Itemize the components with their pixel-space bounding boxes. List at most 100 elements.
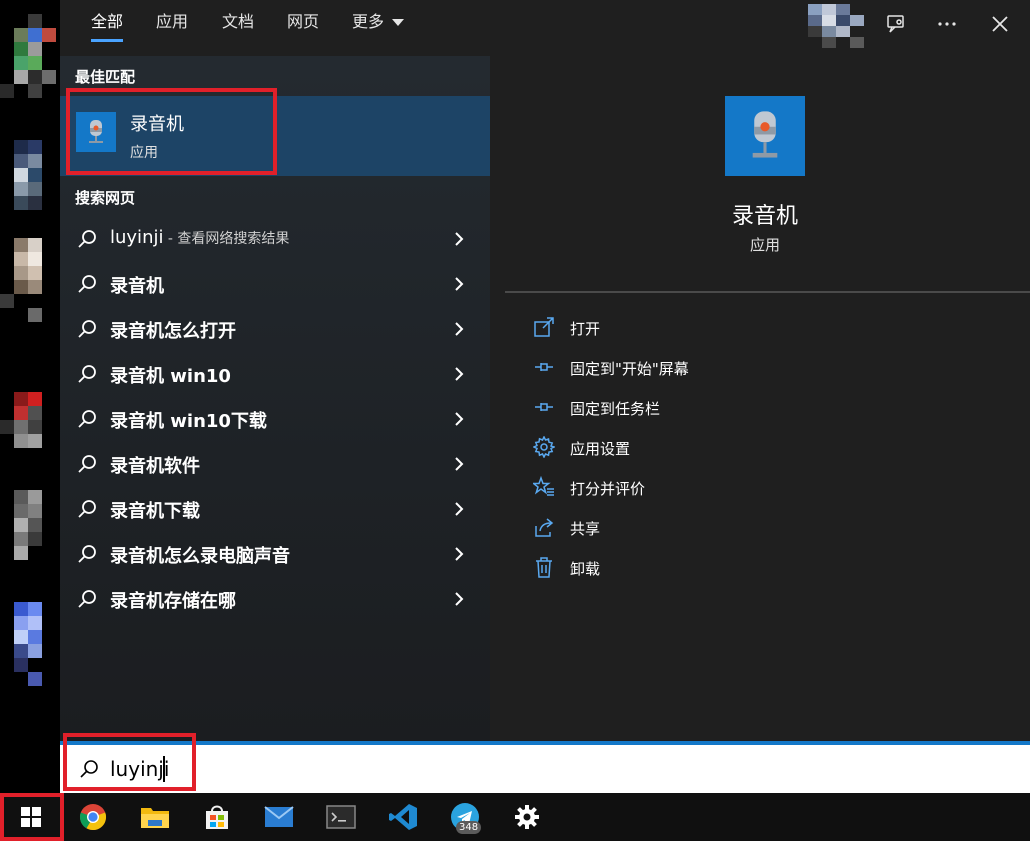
annotation-highlight-box: [66, 88, 277, 175]
chevron-down-icon: [392, 19, 405, 26]
desktop-pixel: [14, 392, 28, 406]
search-icon: [76, 408, 98, 430]
search-input[interactable]: [110, 751, 990, 787]
desktop-pixel: [28, 238, 42, 252]
web-result-row[interactable]: 录音机软件: [60, 443, 490, 487]
desktop-pixel: [14, 238, 28, 252]
desktop-pixel: [28, 392, 42, 406]
desktop-pixel: [28, 308, 42, 322]
desktop-pixel: [42, 28, 56, 42]
web-result-row[interactable]: 录音机 win10: [60, 353, 490, 397]
preview-action[interactable]: 卸载: [533, 554, 833, 584]
web-result-text: 录音机软件: [110, 452, 200, 478]
chevron-right-icon[interactable]: [452, 500, 466, 518]
taskbar-settings[interactable]: [496, 793, 558, 841]
preview-pane: 录音机 应用 打开 固定到"开始"屏幕 固定到任务栏 应用设置 打分并评价 共享 卸载: [505, 56, 1030, 742]
vscode-icon: [389, 804, 417, 830]
preview-action[interactable]: 固定到任务栏: [533, 394, 833, 424]
search-icon: [76, 363, 98, 385]
preview-action-label: 打开: [570, 320, 601, 338]
desktop-pixel: [14, 154, 28, 168]
search-icon: [76, 273, 98, 295]
preview-action[interactable]: 固定到"开始"屏幕: [533, 354, 833, 384]
web-result-query: 录音机怎么打开: [110, 321, 236, 342]
desktop-pixel: [28, 602, 42, 616]
desktop-pixel: [14, 602, 28, 616]
desktop-pixel: [14, 182, 28, 196]
taskbar: 348: [0, 793, 1030, 841]
chevron-right-icon[interactable]: [452, 545, 466, 563]
web-result-row[interactable]: 录音机: [60, 263, 490, 307]
more-options-icon[interactable]: [933, 10, 961, 38]
chevron-right-icon[interactable]: [452, 365, 466, 383]
web-result-row[interactable]: 录音机怎么录电脑声音: [60, 533, 490, 577]
web-result-row[interactable]: 录音机存储在哪: [60, 578, 490, 622]
taskbar-mail[interactable]: [248, 793, 310, 841]
web-result-text: 录音机下载: [110, 497, 200, 523]
settings-icon: [515, 805, 539, 829]
taskbar-vscode[interactable]: [372, 793, 434, 841]
divider: [505, 291, 1030, 293]
web-result-query: 录音机怎么录电脑声音: [110, 546, 290, 567]
best-match-heading: 最佳匹配: [75, 68, 136, 86]
desktop-pixel: [14, 616, 28, 630]
chevron-right-icon[interactable]: [452, 275, 466, 293]
avatar[interactable]: [808, 4, 864, 48]
star-icon: [531, 475, 557, 500]
desktop-pixel: [14, 42, 28, 56]
desktop-pixel: [28, 504, 42, 518]
desktop-pixel: [28, 42, 42, 56]
chevron-right-icon[interactable]: [452, 590, 466, 608]
taskbar-telegram[interactable]: 348: [434, 793, 496, 841]
close-icon[interactable]: [986, 10, 1014, 38]
web-result-row[interactable]: 录音机 win10下载: [60, 398, 490, 442]
annotation-highlight-box: [63, 733, 196, 791]
tab-all[interactable]: 全部: [91, 0, 124, 48]
web-result-query: 录音机存储在哪: [110, 591, 236, 612]
desktop-pixel: [28, 434, 42, 448]
preview-action[interactable]: 打开: [533, 314, 833, 344]
tab-documents[interactable]: 文档: [222, 0, 254, 48]
desktop-pixel: [14, 28, 28, 42]
desktop-pixel: [28, 154, 42, 168]
desktop-pixel: [28, 672, 42, 686]
desktop-pixel: [28, 252, 42, 266]
open-icon: [533, 316, 557, 340]
taskbar-terminal[interactable]: [310, 793, 372, 841]
store-icon: [206, 805, 228, 829]
feedback-icon[interactable]: [882, 10, 910, 38]
chrome-icon: [79, 804, 107, 831]
web-result-query: luyinji: [110, 227, 164, 248]
desktop-pixel: [42, 70, 56, 84]
desktop-pixel: [28, 630, 42, 644]
web-result-row[interactable]: 录音机怎么打开: [60, 308, 490, 352]
preview-action[interactable]: 应用设置: [532, 434, 833, 464]
desktop-pixel: [28, 280, 42, 294]
taskbar-store[interactable]: [186, 793, 248, 841]
web-result-text: 录音机怎么录电脑声音: [110, 542, 290, 568]
tab-web[interactable]: 网页: [287, 0, 319, 48]
tab-more[interactable]: 更多: [352, 0, 405, 48]
tab-apps[interactable]: 应用: [156, 0, 188, 48]
preview-action[interactable]: 共享: [533, 514, 833, 544]
results-list: 最佳匹配 录音机 应用 搜索网页 luyinji - 查看网络搜索结果 录音机 录音…: [60, 56, 490, 742]
desktop-pixel: [28, 14, 42, 28]
desktop-pixel: [14, 504, 28, 518]
web-result-row[interactable]: luyinji - 查看网络搜索结果: [60, 218, 490, 262]
taskbar-chrome[interactable]: [62, 793, 124, 841]
preview-action[interactable]: 打分并评价: [531, 474, 833, 504]
preview-type: 应用: [749, 236, 780, 254]
web-result-row[interactable]: 录音机下载: [60, 488, 490, 532]
desktop-pixel: [28, 644, 42, 658]
microphone-icon: [725, 96, 805, 176]
chevron-right-icon[interactable]: [452, 410, 466, 428]
chevron-right-icon[interactable]: [452, 320, 466, 338]
chevron-right-icon[interactable]: [452, 455, 466, 473]
desktop-pixel: [28, 406, 42, 420]
desktop-pixel: [28, 70, 42, 84]
chevron-right-icon[interactable]: [452, 230, 466, 248]
search-icon: [76, 588, 98, 610]
web-result-text: 录音机 win10: [110, 362, 231, 388]
taskbar-file-explorer[interactable]: [124, 793, 186, 841]
desktop-pixel: [28, 420, 42, 434]
